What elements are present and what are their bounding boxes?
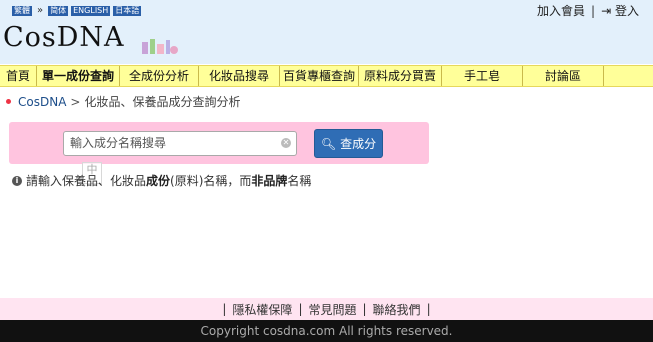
search-input[interactable] [64, 132, 286, 153]
footer-link-contact[interactable]: 聯絡我們 [373, 301, 421, 318]
account-divider: | [591, 3, 596, 18]
search-button[interactable]: 🔍︎ 查成分 [314, 129, 383, 158]
nav-raw-materials[interactable]: 原料成分買賣 [359, 66, 442, 86]
search-panel: ✕ 🔍︎ 查成分 [9, 122, 429, 164]
hint-text-2: (原料)名稱，而 [170, 174, 252, 188]
lang-japanese[interactable]: 日本語 [113, 5, 142, 16]
nav-counter-search[interactable]: 百貨專櫃查詢 [280, 66, 359, 86]
footer-link-privacy[interactable]: 隱私權保障 [232, 301, 292, 318]
footer-links: | 隱私權保障 | 常見問題 | 聯絡我們 | [0, 298, 653, 320]
breadcrumb: CosDNA > 化妝品、保養品成分查詢分析 [6, 93, 240, 110]
hint-text-3: 名稱 [287, 174, 312, 188]
breadcrumb-separator: > [70, 94, 81, 109]
hint-bold-not-brand: 非品牌 [251, 174, 288, 188]
lang-separator: » [37, 5, 44, 16]
login-link[interactable]: ⇥ 登入 [601, 2, 639, 19]
top-header: 繁體 » 简体 ENGLISH 日本語 加入會員 | ⇥ 登入 CosDNA [0, 0, 653, 64]
hint-bold-ingredient: 成份 [146, 174, 171, 188]
nav-full-analysis[interactable]: 全成份分析 [120, 66, 199, 86]
nav-single-ingredient[interactable]: 單一成份查詢 [37, 66, 120, 86]
account-links: 加入會員 | ⇥ 登入 [537, 2, 639, 19]
register-link[interactable]: 加入會員 [537, 2, 585, 19]
nav-cosmetic-search[interactable]: 化妝品搜尋 [199, 66, 280, 86]
nav-home[interactable]: 首頁 [0, 66, 37, 86]
lang-traditional[interactable]: 繁體 [12, 5, 32, 16]
breadcrumb-root[interactable]: CosDNA [18, 95, 66, 109]
search-input-wrapper: ✕ [63, 131, 297, 156]
search-icon: 🔍︎ [320, 136, 337, 151]
footer-link-faq[interactable]: 常見問題 [308, 301, 356, 318]
login-label: 登入 [614, 4, 639, 18]
breadcrumb-current: 化妝品、保養品成分查詢分析 [84, 95, 241, 109]
site-logo[interactable]: CosDNA [3, 22, 125, 53]
login-icon: ⇥ [601, 4, 612, 18]
lang-simplified[interactable]: 简体 [48, 5, 69, 16]
hint-text-1: 請輸入保養品、化妝品 [26, 174, 147, 188]
breadcrumb-bullet-icon [6, 99, 11, 104]
copyright: Copyright cosdna.com All rights reserved… [0, 320, 653, 342]
footer-separator: | [426, 302, 431, 316]
footer-separator: | [362, 302, 367, 316]
nav-handmade-soap[interactable]: 手工皂 [442, 66, 523, 86]
footer-separator: | [298, 302, 303, 316]
main-nav: 首頁 單一成份查詢 全成份分析 化妝品搜尋 百貨專櫃查詢 原料成分買賣 手工皂 … [0, 65, 653, 87]
footer-separator: | [222, 302, 227, 316]
language-switcher: 繁體 » 简体 ENGLISH 日本語 [12, 5, 142, 16]
info-icon: i [12, 175, 22, 186]
search-button-label: 查成分 [340, 137, 377, 151]
lang-english[interactable]: ENGLISH [71, 5, 111, 16]
clear-icon[interactable]: ✕ [281, 138, 291, 148]
nav-forum[interactable]: 討論區 [523, 66, 604, 86]
search-hint: i 請輸入保養品、化妝品成份(原料)名稱，而非品牌名稱 [12, 172, 311, 189]
logo-cosmetics-icon [142, 39, 178, 54]
